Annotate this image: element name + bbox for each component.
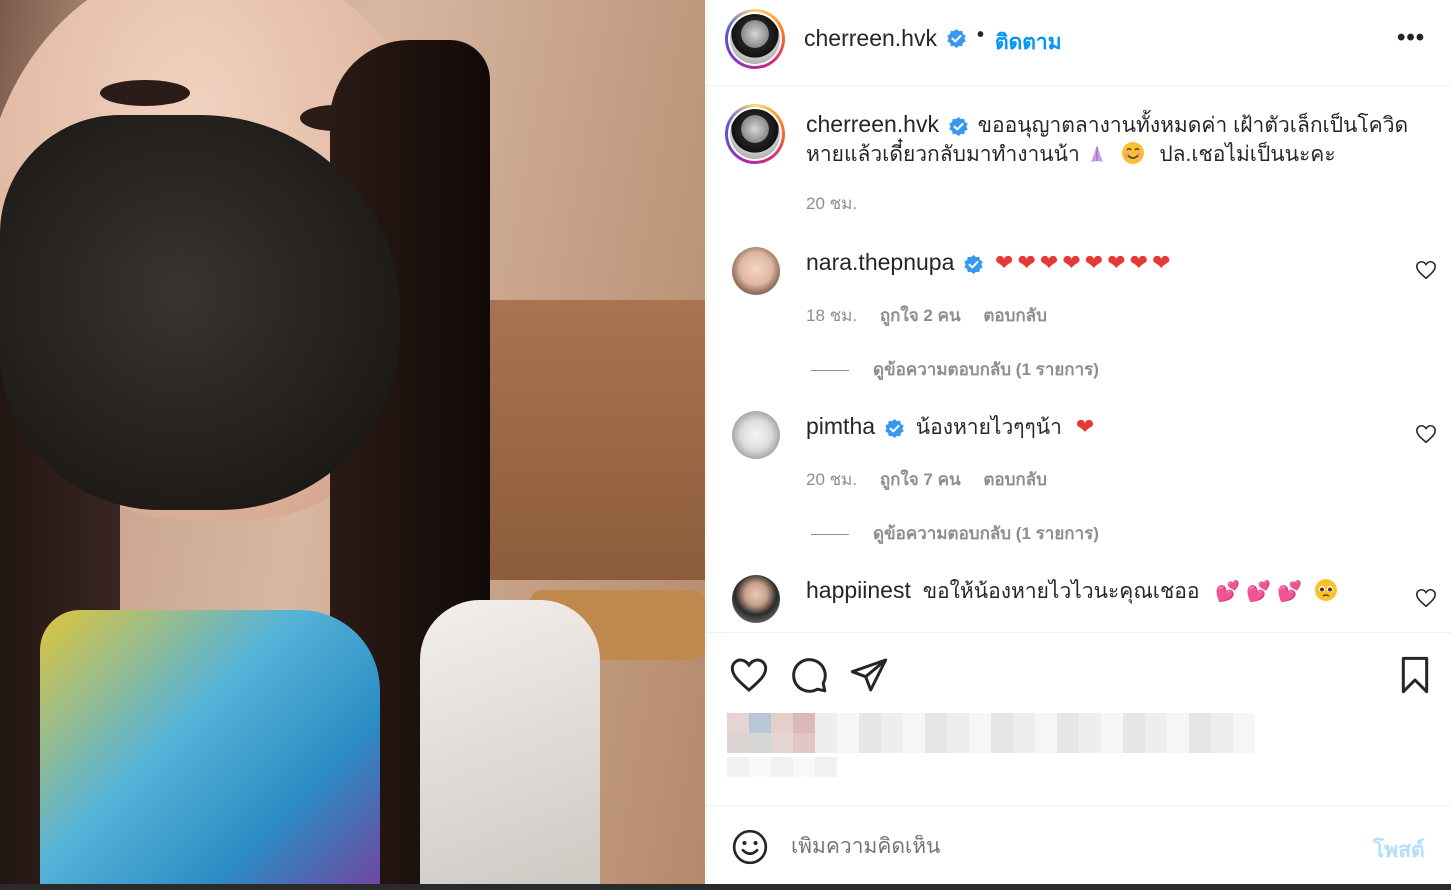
photo-shirt [40,610,380,884]
comment-likes-count[interactable]: ถูกใจ 7 คน [880,470,961,489]
follow-button[interactable]: ติดตาม [995,26,1062,59]
caption-timestamp[interactable]: 20 ชม. [806,190,857,217]
caption-line-1: ขออนุญาตลางานทั้งหมดค่า เฝ้าตัวเล็กเป็นโ… [977,114,1409,137]
comment-timestamp[interactable]: 20 ชม. [806,470,857,489]
photo-face-mask [0,115,400,510]
heart-icon[interactable] [729,655,769,695]
replies-divider-line [811,534,849,536]
red-heart-emoji: ❤ [1075,414,1095,439]
smiley-icon[interactable] [731,828,769,866]
comment-likes-count[interactable]: ถูกใจ 2 คน [880,306,961,325]
comment-text: happiinest ขอให้น้องหายไวไวนะคุณเชออ 💕💕💕 [806,576,1338,606]
commenter-avatar[interactable] [732,247,780,295]
comment-body: น้องหายไวๆๆน้า [915,416,1062,439]
add-comment-bar: โพสต์ [707,805,1451,884]
praying-hands-icon [1090,145,1103,162]
verified-badge-icon [947,29,966,48]
comment-text: pimtha น้องหายไวๆๆน้า ❤ [806,412,1094,442]
commenter-username[interactable]: happiinest [806,577,911,603]
author-username-link[interactable]: cherreen.hvk [804,25,937,52]
more-options-button[interactable]: ••• [1397,24,1425,52]
comment-timestamp[interactable]: 18 ชม. [806,306,857,325]
comment-like-heart-icon[interactable] [1415,587,1437,609]
comment-meta: 20 ชม. ถูกใจ 7 คน ตอบกลับ [806,466,1065,493]
post-header: cherreen.hvk • ติดตาม ••• [707,0,1451,86]
reply-button[interactable]: ตอบกลับ [983,306,1047,325]
commenter-username[interactable]: pimtha [806,413,875,439]
pleading-face-icon [1314,579,1337,601]
reply-button[interactable]: ตอบกลับ [983,470,1047,489]
replies-divider-line [811,370,849,372]
photo-blanket [420,600,600,884]
smiling-face-icon [1122,142,1145,164]
comment-icon[interactable] [789,655,829,695]
caption-line-2b: ปล.เชอไม่เป็นนะคะ [1159,143,1336,166]
bottom-strip [0,884,1451,890]
bookmark-icon[interactable] [1395,655,1435,695]
commenter-avatar[interactable] [732,411,780,459]
comment-meta: 18 ชม. ถูกใจ 2 คน ตอบกลับ [806,302,1065,329]
author-avatar[interactable] [725,104,785,164]
verified-badge-icon [964,254,983,274]
share-icon[interactable] [849,655,889,695]
comment-like-heart-icon[interactable] [1415,259,1437,281]
commenter-avatar[interactable] [732,575,780,623]
post-side-panel: cherreen.hvk • ติดตาม ••• cherreen.hvk ข… [706,0,1451,884]
post-action-bar [707,632,1451,804]
photo-eye [100,80,190,106]
verified-badge-icon [949,116,968,136]
separator-dot: • [977,24,985,46]
author-avatar[interactable] [725,9,785,69]
comment-input[interactable] [791,835,1291,859]
view-replies-label: ดูข้อความตอบกลับ (1 รายการ) [873,360,1099,379]
commenter-username[interactable]: nara.thepnupa [806,249,954,275]
caption-line-2a: หายแล้วเดี๋ยวกลับมาทำงานน้า [806,143,1080,166]
caption-text: cherreen.hvk ขออนุญาตลางานทั้งหมดค่า เฝ้… [806,110,1416,169]
view-replies-button[interactable]: ดูข้อความตอบกลับ (1 รายการ) [811,356,1099,383]
verified-badge-icon [885,418,904,438]
comment-body: ขอให้น้องหายไวไวนะคุณเชออ [922,580,1200,603]
red-hearts-emoji-row: ❤❤❤❤❤❤❤❤ [995,250,1175,275]
caption-username[interactable]: cherreen.hvk [806,111,939,137]
liked-by-pixelated [727,713,1255,793]
comment-text: nara.thepnupa ❤❤❤❤❤❤❤❤ [806,248,1175,278]
view-replies-label: ดูข้อความตอบกลับ (1 รายการ) [873,524,1099,543]
comment-like-heart-icon[interactable] [1415,423,1437,445]
view-replies-button[interactable]: ดูข้อความตอบกลับ (1 รายการ) [811,520,1099,547]
two-hearts-emoji-row: 💕💕💕 [1215,581,1309,603]
post-comment-button[interactable]: โพสต์ [1373,834,1425,867]
post-photo[interactable] [0,0,705,884]
